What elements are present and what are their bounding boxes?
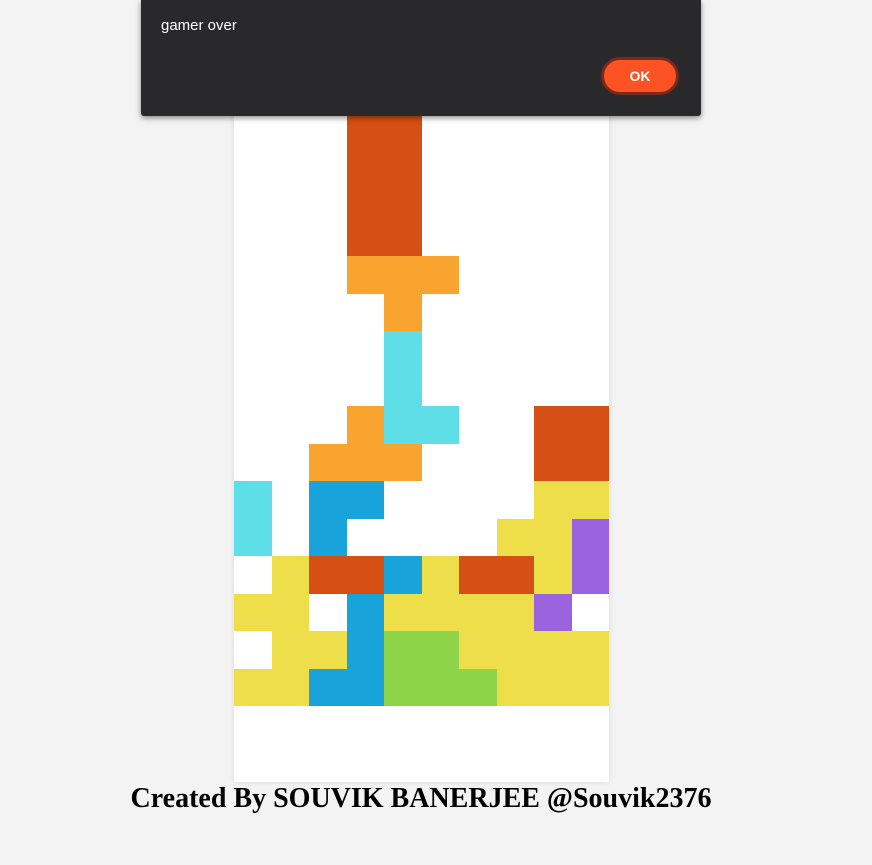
board-cell-yellow [234,594,272,631]
game-board [234,0,609,782]
board-cell-red [347,144,384,181]
board-cell-blue [309,669,347,706]
board-cell-red [347,219,384,256]
board-cell-red [572,406,609,444]
board-cell-red [384,144,422,181]
board-cell-yellow [459,631,497,669]
board-cell-blue [347,481,384,519]
board-cell-cyan [422,406,459,444]
board-cell-yellow [272,669,309,706]
board-cell-green [384,669,422,706]
board-cell-yellow [534,631,572,669]
board-cell-orange [347,406,384,444]
board-cell-cyan [234,481,272,519]
board-cell-purple [534,594,572,631]
board-cell-yellow [534,669,572,706]
board-cell-orange [309,444,347,481]
board-cell-red [534,444,572,481]
board-cell-red [459,556,497,594]
board-cell-blue [347,631,384,669]
board-cell-red [534,406,572,444]
board-cell-blue [384,556,422,594]
board-cell-yellow [272,556,309,594]
board-cell-yellow [497,669,534,706]
board-cell-green [459,669,497,706]
board-cell-cyan [234,519,272,556]
board-cell-yellow [497,594,534,631]
board-cell-red [309,556,347,594]
board-cell-yellow [572,669,609,706]
board-cell-yellow [384,594,422,631]
board-cell-green [384,631,422,669]
board-cell-yellow [534,481,572,519]
board-cell-red [497,556,534,594]
board-cell-yellow [572,631,609,669]
board-cell-red [347,181,384,219]
alert-dialog: gamer over OK [141,0,701,116]
board-cell-cyan [384,406,422,444]
board-cell-green [422,669,459,706]
board-cell-cyan [384,369,422,406]
board-cell-purple [572,519,609,556]
board-cell-orange [347,256,384,294]
board-cell-green [422,631,459,669]
board-cell-orange [347,444,384,481]
board-cell-yellow [272,631,309,669]
board-cell-orange [384,294,422,331]
ok-button[interactable]: OK [601,57,679,95]
board-cell-yellow [534,556,572,594]
dialog-message: gamer over [161,17,237,34]
board-cell-purple [572,556,609,594]
board-cell-cyan [384,331,422,369]
board-cell-yellow [459,594,497,631]
board-cell-yellow [272,594,309,631]
board-cell-blue [309,519,347,556]
board-cell-yellow [234,669,272,706]
board-cell-red [384,181,422,219]
board-cell-red [572,444,609,481]
board-cell-yellow [497,519,534,556]
board-cell-red [347,556,384,594]
board-cell-yellow [422,594,459,631]
board-cell-yellow [534,519,572,556]
board-cell-blue [347,594,384,631]
board-cell-blue [347,669,384,706]
board-cell-orange [384,256,422,294]
board-cell-yellow [309,631,347,669]
board-cell-yellow [497,631,534,669]
board-cell-orange [384,444,422,481]
board-cell-red [384,219,422,256]
credit-text: Created By SOUVIK BANERJEE @Souvik2376 [130,783,712,814]
board-cell-yellow [572,481,609,519]
board-cell-orange [422,256,459,294]
board-cell-blue [309,481,347,519]
board-cell-yellow [422,556,459,594]
